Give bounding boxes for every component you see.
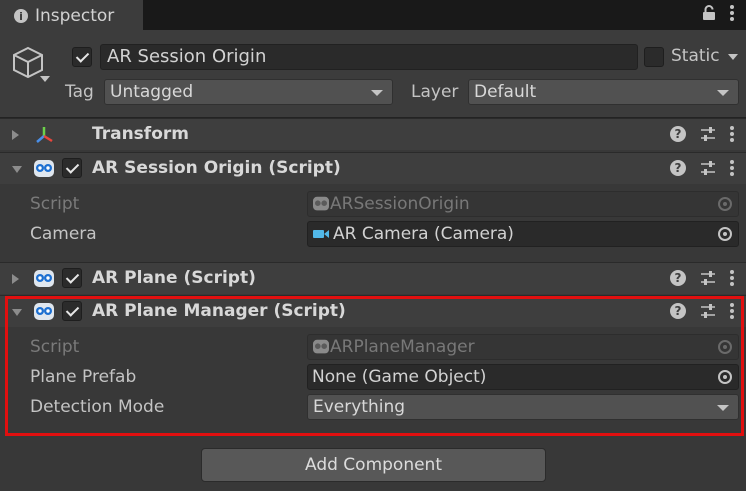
object-name-field[interactable]: AR Session Origin [100,44,638,70]
component-tools: ? [670,126,734,142]
component-ar-plane[interactable]: AR Plane (Script) ? [0,262,746,294]
menu-kebab-icon[interactable] [730,160,734,176]
script-value: ARSessionOrigin [330,194,470,214]
camera-icon [313,230,329,238]
add-component-button[interactable]: Add Component [201,448,546,482]
transform-axis-icon [36,127,53,143]
camera-value: AR Camera (Camera) [333,224,514,244]
gameobject-cube-icon[interactable] [10,44,46,80]
foldout-icon[interactable] [12,166,22,173]
camera-label: Camera [30,224,97,244]
component-title: Transform [92,124,189,144]
object-picker-icon [718,197,732,211]
script-robot-icon [34,270,54,287]
menu-kebab-icon[interactable] [730,270,734,286]
tag-value: Untagged [110,82,194,102]
camera-field[interactable]: AR Camera (Camera) [307,221,739,247]
component-enabled-toggle[interactable] [62,158,82,178]
lock-icon[interactable] [702,5,716,21]
menu-kebab-icon[interactable] [730,5,734,21]
layer-value: Default [474,82,537,102]
inspector-header: AR Session Origin Static Tag Untagged La… [0,30,746,118]
foldout-icon[interactable] [12,130,19,140]
tab-bar: i Inspector [0,0,746,30]
object-picker-icon[interactable] [718,227,732,241]
presets-icon[interactable] [700,160,716,176]
component-ar-session-origin[interactable]: AR Session Origin (Script) ? [0,152,746,184]
tab-inspector-label: Inspector [35,6,115,26]
component-title: AR Plane (Script) [92,268,256,288]
tag-dropdown[interactable]: Untagged [104,79,393,105]
chevron-down-icon[interactable] [40,76,50,82]
menu-kebab-icon[interactable] [730,126,734,142]
script-label: Script [30,194,80,214]
help-icon[interactable]: ? [670,160,686,176]
tab-actions [702,5,734,21]
chevron-down-icon [371,90,383,96]
highlight-box [5,296,744,436]
component-tools: ? [670,270,734,286]
tag-label: Tag [65,82,94,102]
help-icon[interactable]: ? [670,126,686,142]
component-enabled-toggle[interactable] [62,268,82,288]
component-transform[interactable]: Transform ? [0,118,746,150]
component-tools: ? [670,160,734,176]
component-title: AR Session Origin (Script) [92,158,341,178]
script-robot-icon [313,196,329,211]
static-label: Static [671,46,720,66]
tab-inspector[interactable]: i Inspector [0,0,143,30]
static-toggle[interactable] [644,47,664,67]
layer-label: Layer [411,82,459,102]
active-toggle[interactable] [72,47,92,67]
layer-dropdown[interactable]: Default [468,79,739,105]
static-dropdown-icon[interactable] [728,54,738,60]
foldout-icon[interactable] [12,274,19,284]
script-field: ARSessionOrigin [307,191,739,217]
help-icon[interactable]: ? [670,270,686,286]
info-icon: i [14,9,28,23]
presets-icon[interactable] [700,126,716,142]
chevron-down-icon [717,90,729,96]
presets-icon[interactable] [700,270,716,286]
script-robot-icon [34,160,54,177]
